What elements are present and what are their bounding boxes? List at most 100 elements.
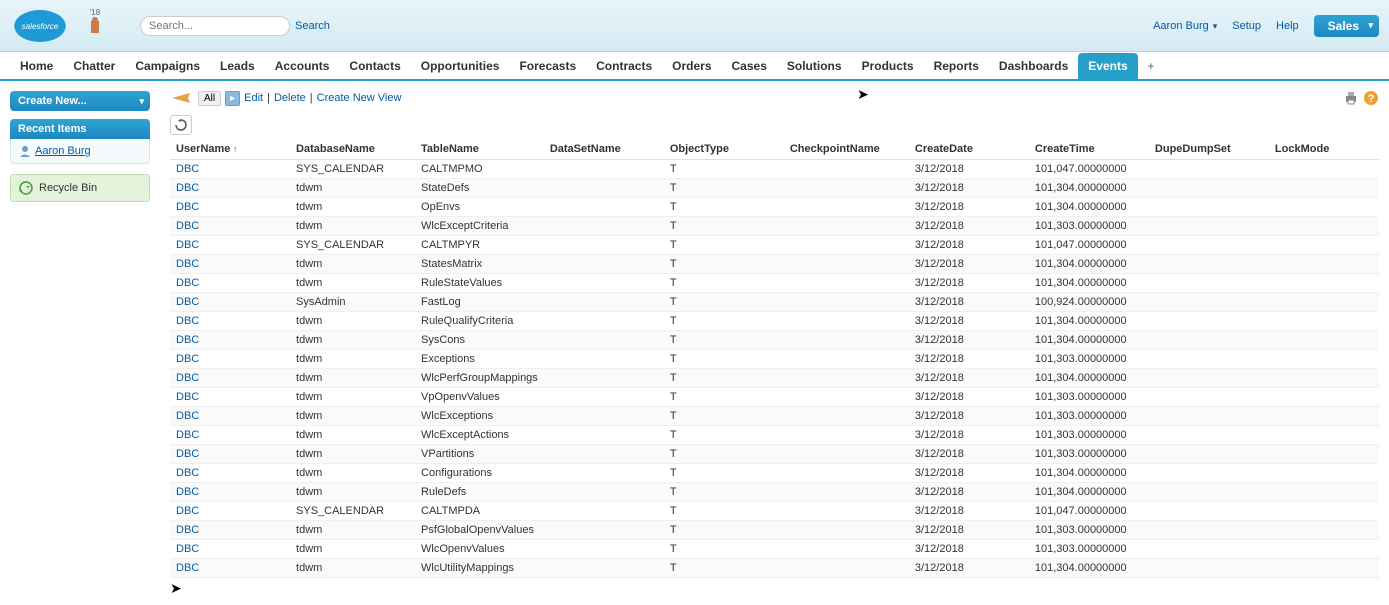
view-selector[interactable]: All <box>198 91 221 106</box>
cell: 101,304.00000000 <box>1029 559 1149 578</box>
table-row[interactable]: DBCtdwmWlcExceptionsT3/12/2018101,303.00… <box>170 407 1379 426</box>
tab-orders[interactable]: Orders <box>662 53 721 79</box>
cell <box>1149 407 1269 426</box>
table-row[interactable]: DBCtdwmPsfGlobalOpenvValuesT3/12/2018101… <box>170 521 1379 540</box>
cell: T <box>664 350 784 369</box>
table-row[interactable]: DBCtdwmWlcExceptCriteriaT3/12/2018101,30… <box>170 217 1379 236</box>
search-button[interactable]: Search <box>295 20 330 32</box>
cell: 3/12/2018 <box>909 559 1029 578</box>
recent-item[interactable]: Aaron Burg <box>19 145 141 157</box>
tab-add[interactable]: + <box>1138 55 1164 79</box>
user-menu[interactable]: Aaron Burg <box>1153 20 1217 32</box>
tab-contracts[interactable]: Contracts <box>586 53 662 79</box>
tab-products[interactable]: Products <box>852 53 924 79</box>
refresh-button[interactable] <box>170 115 192 135</box>
cell <box>784 407 909 426</box>
tab-accounts[interactable]: Accounts <box>265 53 340 79</box>
col-username[interactable]: UserName <box>170 139 290 160</box>
tab-dashboards[interactable]: Dashboards <box>989 53 1078 79</box>
tab-reports[interactable]: Reports <box>924 53 989 79</box>
tab-forecasts[interactable]: Forecasts <box>509 53 586 79</box>
table-row[interactable]: DBCSYS_CALENDARCALTMPDAT3/12/2018101,047… <box>170 502 1379 521</box>
tab-contacts[interactable]: Contacts <box>339 53 410 79</box>
col-datasetname[interactable]: DataSetName <box>544 139 664 160</box>
cell <box>1269 464 1379 483</box>
tab-cases[interactable]: Cases <box>722 53 777 79</box>
cell: T <box>664 369 784 388</box>
col-databasename[interactable]: DatabaseName <box>290 139 415 160</box>
cell: RuleDefs <box>415 483 544 502</box>
cell <box>544 331 664 350</box>
cell: 100,924.00000000 <box>1029 293 1149 312</box>
col-objecttype[interactable]: ObjectType <box>664 139 784 160</box>
table-row[interactable]: DBCtdwmRuleStateValuesT3/12/2018101,304.… <box>170 274 1379 293</box>
table-row[interactable]: DBCtdwmRuleDefsT3/12/2018101,304.0000000… <box>170 483 1379 502</box>
col-lockmode[interactable]: LockMode <box>1269 139 1379 160</box>
cell: T <box>664 331 784 350</box>
table-row[interactable]: DBCtdwmExceptionsT3/12/2018101,303.00000… <box>170 350 1379 369</box>
cell: 101,303.00000000 <box>1029 388 1149 407</box>
table-row[interactable]: DBCSYS_CALENDARCALTMPMOT3/12/2018101,047… <box>170 160 1379 179</box>
edit-link[interactable]: Edit <box>244 92 263 104</box>
cell: DBC <box>170 236 290 255</box>
tab-opportunities[interactable]: Opportunities <box>411 53 510 79</box>
table-row[interactable]: DBCtdwmOpEnvsT3/12/2018101,304.00000000 <box>170 198 1379 217</box>
cell <box>784 160 909 179</box>
table-row[interactable]: DBCtdwmSysConsT3/12/2018101,304.00000000 <box>170 331 1379 350</box>
cell: 101,304.00000000 <box>1029 198 1149 217</box>
cell: DBC <box>170 502 290 521</box>
tab-events[interactable]: Events <box>1078 53 1137 79</box>
col-createdate[interactable]: CreateDate <box>909 139 1029 160</box>
table-row[interactable]: DBCtdwmStateDefsT3/12/2018101,304.000000… <box>170 179 1379 198</box>
cell: T <box>664 217 784 236</box>
search-input[interactable] <box>140 16 290 36</box>
table-row[interactable]: DBCtdwmStatesMatrixT3/12/2018101,304.000… <box>170 255 1379 274</box>
col-createtime[interactable]: CreateTime <box>1029 139 1149 160</box>
cell <box>544 464 664 483</box>
cell: 3/12/2018 <box>909 350 1029 369</box>
cell <box>784 502 909 521</box>
table-row[interactable]: DBCtdwmWlcExceptActionsT3/12/2018101,303… <box>170 426 1379 445</box>
cell: 101,304.00000000 <box>1029 255 1149 274</box>
col-dupedumpset[interactable]: DupeDumpSet <box>1149 139 1269 160</box>
table-row[interactable]: DBCtdwmVpOpenvValuesT3/12/2018101,303.00… <box>170 388 1379 407</box>
create-new-button[interactable]: Create New... <box>10 91 150 111</box>
cell <box>784 179 909 198</box>
table-row[interactable]: DBCtdwmConfigurationsT3/12/2018101,304.0… <box>170 464 1379 483</box>
cell: StatesMatrix <box>415 255 544 274</box>
table-row[interactable]: DBCtdwmWlcUtilityMappingsT3/12/2018101,3… <box>170 559 1379 578</box>
setup-link[interactable]: Setup <box>1232 20 1261 32</box>
table-row[interactable]: DBCtdwmWlcPerfGroupMappingsT3/12/2018101… <box>170 369 1379 388</box>
app-switcher[interactable]: Sales <box>1314 15 1379 37</box>
help-icon[interactable]: ? <box>1363 90 1379 106</box>
table-row[interactable]: DBCSysAdminFastLogT3/12/2018100,924.0000… <box>170 293 1379 312</box>
cell <box>1149 369 1269 388</box>
table-row[interactable]: DBCtdwmVPartitionsT3/12/2018101,303.0000… <box>170 445 1379 464</box>
create-view-link[interactable]: Create New View <box>317 92 402 104</box>
col-checkpointname[interactable]: CheckpointName <box>784 139 909 160</box>
help-link[interactable]: Help <box>1276 20 1299 32</box>
cell <box>1149 502 1269 521</box>
recycle-bin[interactable]: Recycle Bin <box>10 174 150 202</box>
tab-chatter[interactable]: Chatter <box>63 53 125 79</box>
cell: T <box>664 540 784 559</box>
table-row[interactable]: DBCtdwmRuleQualifyCriteriaT3/12/2018101,… <box>170 312 1379 331</box>
tab-solutions[interactable]: Solutions <box>777 53 852 79</box>
cell <box>784 217 909 236</box>
table-row[interactable]: DBCtdwmWlcOpenvValuesT3/12/2018101,303.0… <box>170 540 1379 559</box>
tab-leads[interactable]: Leads <box>210 53 265 79</box>
tab-home[interactable]: Home <box>10 53 63 79</box>
go-button[interactable]: ▸ <box>225 91 240 106</box>
cell: tdwm <box>290 445 415 464</box>
printer-icon[interactable] <box>1343 90 1359 106</box>
cell <box>1149 217 1269 236</box>
tab-campaigns[interactable]: Campaigns <box>125 53 210 79</box>
table-row[interactable]: DBCSYS_CALENDARCALTMPYRT3/12/2018101,047… <box>170 236 1379 255</box>
col-tablename[interactable]: TableName <box>415 139 544 160</box>
cell <box>544 160 664 179</box>
cell: 101,303.00000000 <box>1029 540 1149 559</box>
cell <box>784 483 909 502</box>
delete-link[interactable]: Delete <box>274 92 306 104</box>
salesforce-logo[interactable]: salesforce <box>10 6 70 46</box>
cell: RuleQualifyCriteria <box>415 312 544 331</box>
